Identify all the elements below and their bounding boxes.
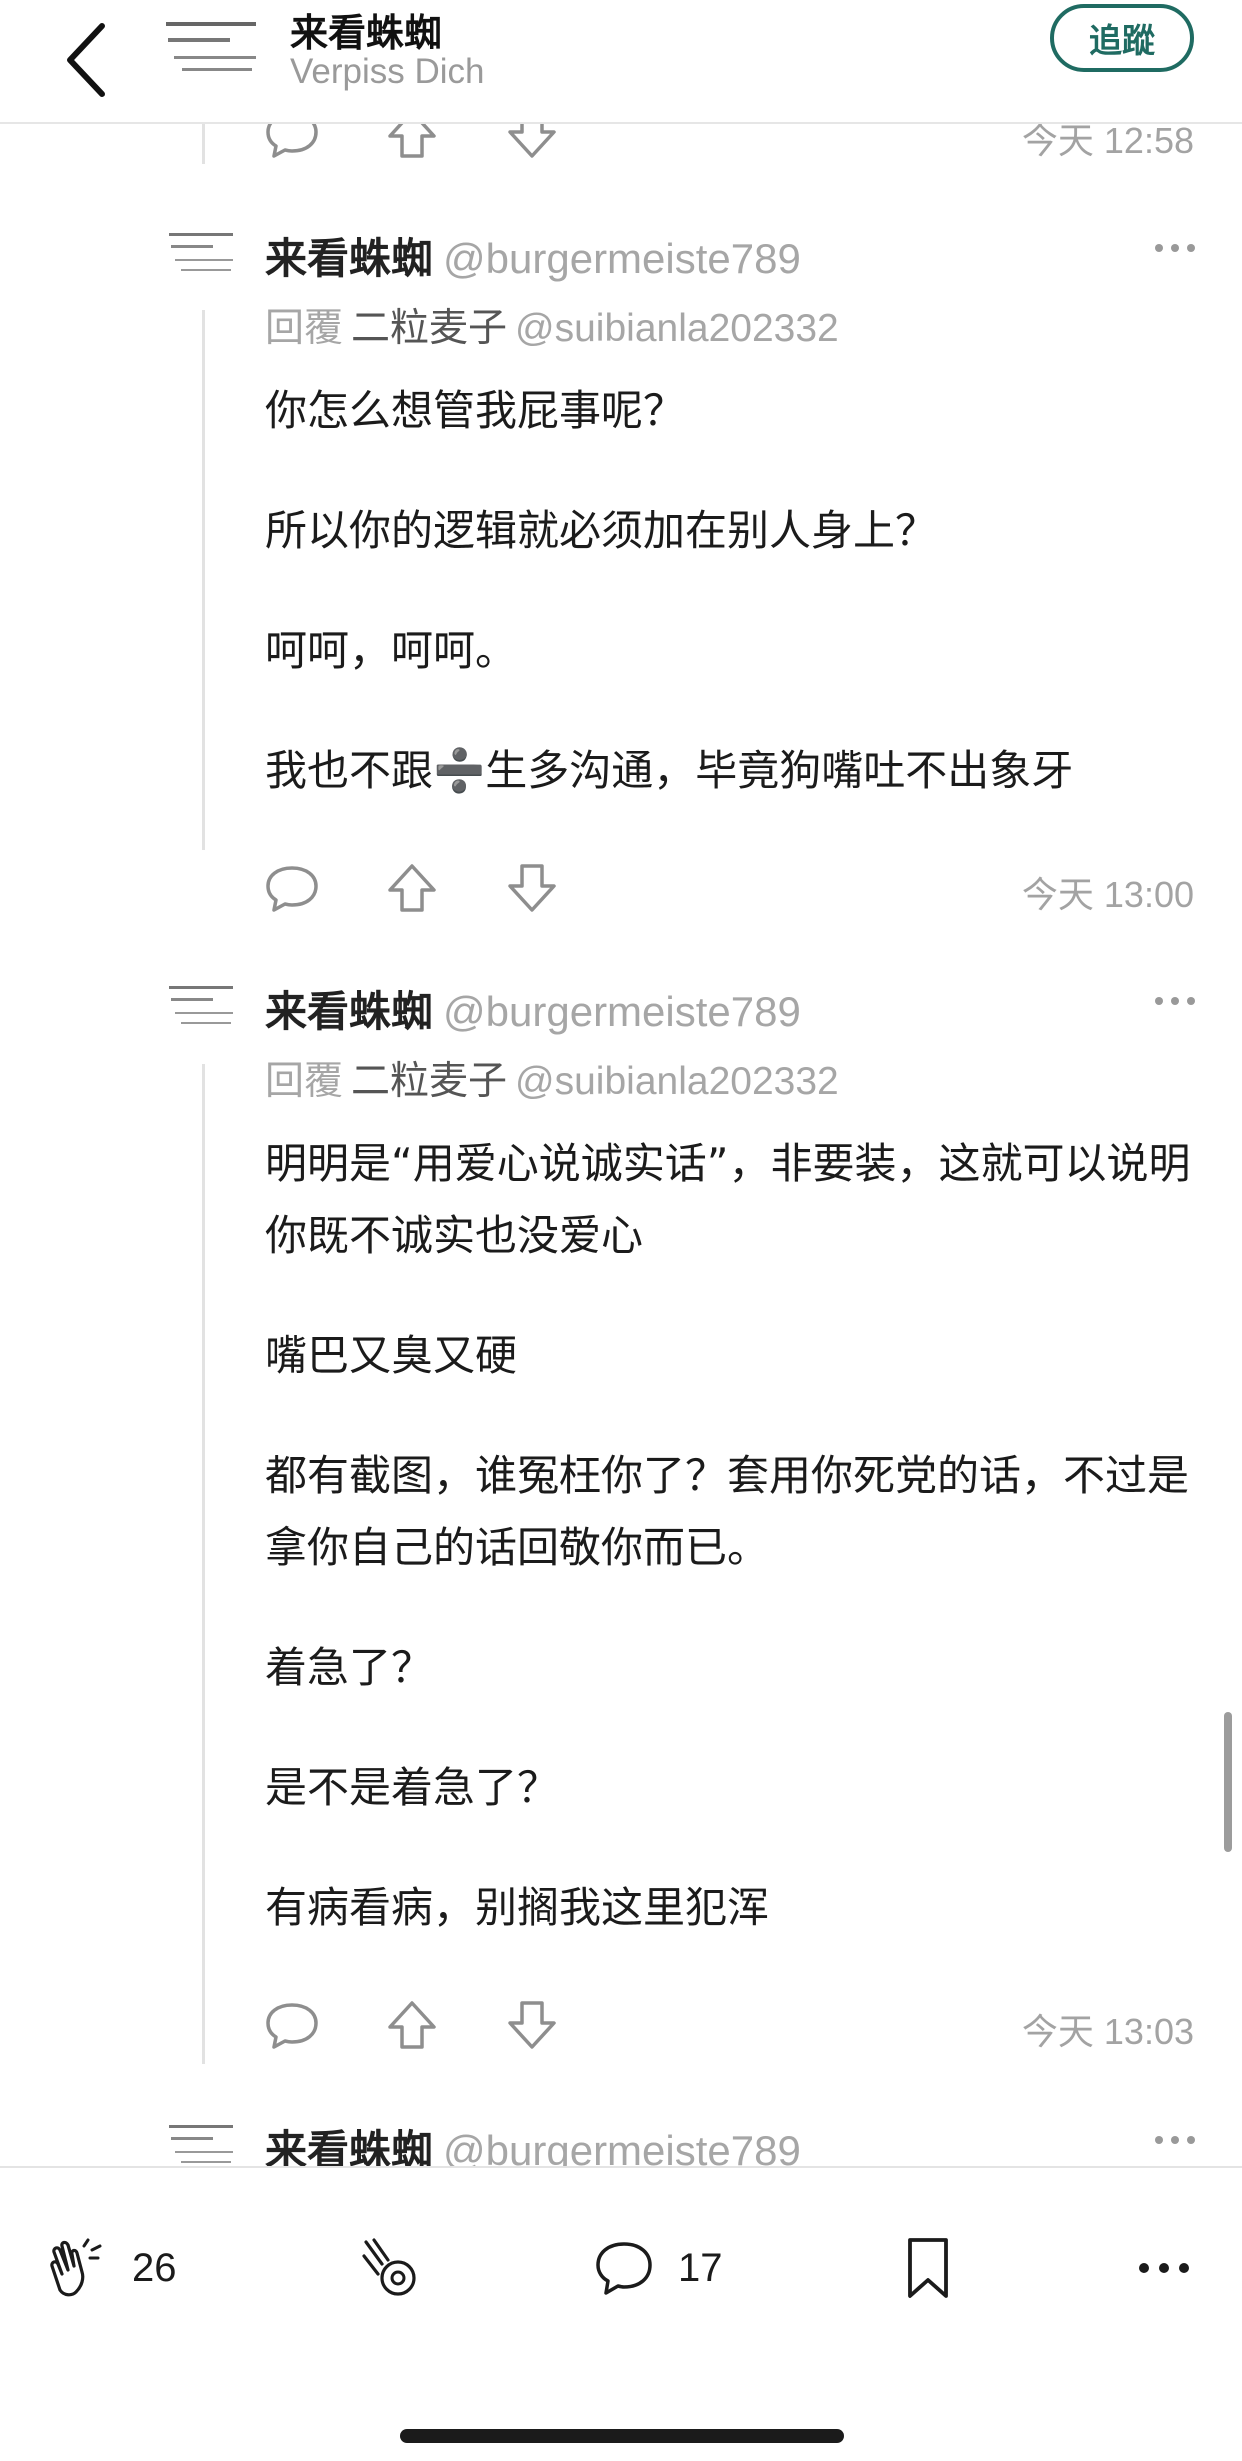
- clap-icon: [50, 2238, 102, 2297]
- comment-author[interactable]: 来看蛛蜘 @burgermeiste789: [265, 225, 801, 286]
- reply-button[interactable]: [262, 858, 322, 918]
- more-horizontal-icon: [1139, 2263, 1189, 2273]
- arrow-up-icon: [388, 864, 436, 912]
- reply-button[interactable]: [262, 1995, 322, 2055]
- comment-timestamp: 今天 13:00: [1021, 874, 1194, 915]
- reply-to-handle[interactable]: @suibianla202332: [515, 307, 839, 350]
- upvote-button[interactable]: [382, 1995, 442, 2055]
- reply-to-line: 回覆 二粒麦子 @suibianla202332: [265, 297, 839, 353]
- comment-paragraph: 有病看病，别搁我这里犯浑: [265, 1883, 770, 1932]
- back-button[interactable]: [52, 8, 122, 108]
- speech-bubble-icon: [596, 2242, 652, 2295]
- downvote-button[interactable]: [502, 858, 562, 918]
- thread-line: [202, 124, 205, 164]
- downvote-button[interactable]: [502, 1995, 562, 2055]
- reply-prefix: 回覆: [265, 1059, 344, 1104]
- arrow-up-icon: [388, 2001, 436, 2049]
- comment-timestamp: 今天 13:03: [1021, 2011, 1194, 2052]
- gift-tip-button[interactable]: [356, 2228, 424, 2308]
- bookmark-icon: [908, 2238, 948, 2298]
- thread-line: [202, 1064, 205, 2064]
- author-avatar[interactable]: [165, 225, 241, 285]
- comment-paragraph: 着急了？: [265, 1643, 434, 1692]
- reply-to-name[interactable]: 二粒麦子: [351, 1059, 507, 1104]
- comment-author[interactable]: 来看蛛蜘 @burgermeiste789: [265, 978, 801, 1039]
- reply-prefix: 回覆: [265, 306, 344, 351]
- clap-count: 26: [132, 2245, 177, 2290]
- scrollbar-thumb[interactable]: [1224, 1712, 1232, 1852]
- comment-actions: 今天 13:03: [262, 1995, 1194, 2055]
- more-options-button[interactable]: [1150, 986, 1200, 1016]
- upvote-button[interactable]: [382, 858, 442, 918]
- chevron-left-icon: [67, 23, 105, 97]
- comment-paragraph: 是不是着急了？: [265, 1763, 560, 1812]
- comment-body: 明明是“用爱心说诚实话”，非要装，这就可以说明你既不诚实也没爱心 嘴巴又臭又硬 …: [265, 1128, 1195, 1992]
- comment-thread-page: 来看蛛蜘 Verpiss Dich 追蹤 今天 12:58 来看蛛蜘 @burg…: [0, 0, 1242, 2461]
- comments-button[interactable]: 17: [592, 2228, 723, 2308]
- author-handle: @burgermeiste789: [443, 235, 801, 282]
- author-handle: @burgermeiste789: [443, 988, 801, 1035]
- thread-line: [202, 310, 205, 850]
- comment-paragraph: 明明是“用爱心说诚实话”，非要装，这就可以说明你既不诚实也没爱心: [265, 1139, 1191, 1260]
- comment-paragraph: 呵呵，呵呵。: [265, 626, 518, 675]
- more-horizontal-icon: [1155, 244, 1195, 252]
- more-horizontal-icon: [1155, 997, 1195, 1005]
- top-navigation-bar: 来看蛛蜘 Verpiss Dich 追蹤: [0, 0, 1242, 124]
- arrow-down-icon: [508, 864, 556, 912]
- more-options-button[interactable]: [1150, 2125, 1200, 2155]
- author-avatar[interactable]: [165, 978, 241, 1038]
- arrow-down-icon: [508, 2001, 556, 2049]
- bottom-action-bar: 26 17: [0, 2166, 1242, 2461]
- page-title: 来看蛛蜘: [290, 11, 443, 55]
- publication-avatar[interactable]: [160, 12, 264, 90]
- comment-body: 你怎么想管我屁事呢？ 所以你的逻辑就必须加在别人身上？ 呵呵，呵呵。 我也不跟➗…: [265, 375, 1195, 855]
- comment-actions: 今天 13:00: [262, 858, 1194, 918]
- comment-count: 17: [678, 2245, 723, 2290]
- reply-to-line: 回覆 二粒麦子 @suibianla202332: [265, 1050, 839, 1106]
- comment-paragraph: 都有截图，谁冤枉你了？套用你死党的话，不过是拿你自己的话回敬你而已。: [265, 1451, 1190, 1572]
- author-name: 来看蛛蜘: [265, 234, 434, 283]
- home-indicator[interactable]: [400, 2429, 844, 2443]
- author-name: 来看蛛蜘: [265, 987, 434, 1036]
- page-subtitle: Verpiss Dich: [290, 52, 485, 91]
- comment-paragraph: 我也不跟➗生多沟通，毕竟狗嘴吐不出象牙: [265, 746, 1074, 795]
- reply-to-name[interactable]: 二粒麦子: [351, 306, 507, 351]
- bookmark-button[interactable]: [900, 2228, 956, 2308]
- comment-paragraph: 嘴巴又臭又硬: [265, 1331, 518, 1380]
- speech-bubble-icon: [266, 866, 318, 912]
- more-options-button[interactable]: [1150, 233, 1200, 263]
- more-horizontal-icon: [1155, 2136, 1195, 2144]
- comment-paragraph: 你怎么想管我屁事呢？: [265, 386, 686, 435]
- speech-bubble-icon: [266, 2003, 318, 2049]
- follow-button[interactable]: 追蹤: [1050, 4, 1194, 72]
- reply-to-handle[interactable]: @suibianla202332: [515, 1060, 839, 1103]
- hand-coin-icon: [362, 2238, 416, 2296]
- clap-button[interactable]: 26: [46, 2228, 177, 2308]
- comment-paragraph: 所以你的逻辑就必须加在别人身上？: [265, 506, 938, 555]
- more-options-button[interactable]: [1134, 2228, 1194, 2308]
